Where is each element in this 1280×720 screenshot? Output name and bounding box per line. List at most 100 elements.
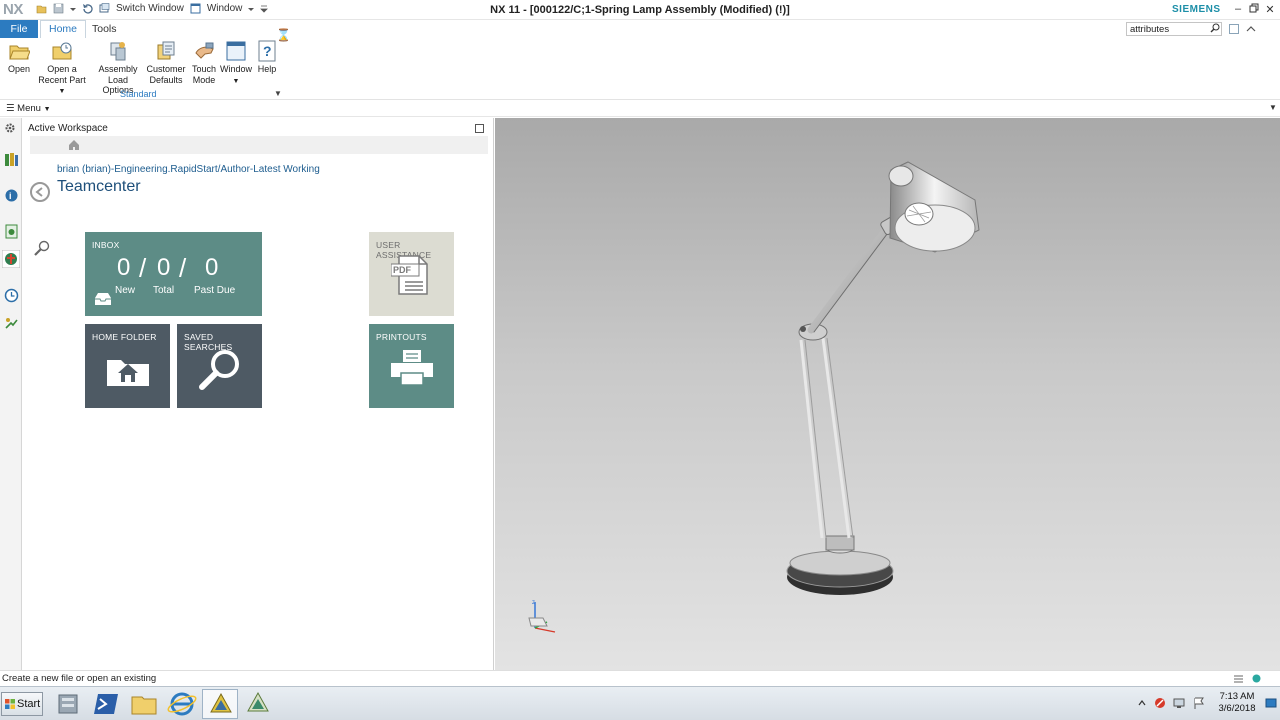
tab-file[interactable]: File (0, 20, 38, 38)
clock-date: 3/6/2018 (1218, 703, 1256, 714)
svg-text:?: ? (263, 43, 272, 59)
minimize-button[interactable]: – (1232, 3, 1244, 15)
undo-icon[interactable] (82, 3, 93, 14)
inbox-pastdue-count: 0 (205, 254, 219, 281)
open-recent-label-2: Recent Part (38, 74, 86, 85)
security-tray-icon[interactable] (1154, 697, 1166, 709)
taskbar-clock[interactable]: 7:13 AM 3/6/2018 (1216, 691, 1258, 715)
gear-icon[interactable] (4, 122, 16, 134)
constraint-navigator-icon[interactable]: i (4, 188, 19, 203)
tray-expand-icon[interactable] (1138, 697, 1146, 709)
open-button[interactable]: Open (6, 40, 32, 75)
inbox-total-label: Total (153, 285, 175, 296)
help-button[interactable]: ? Help (254, 40, 280, 75)
spring-lamp-model[interactable] (495, 118, 1280, 670)
touch-label-2: Mode (192, 74, 216, 85)
printouts-tile[interactable]: PRINTOUTS (369, 324, 454, 408)
start-button[interactable]: Start (1, 692, 43, 716)
close-button[interactable]: ✕ (1264, 3, 1276, 16)
search-icon[interactable] (34, 240, 50, 256)
switch-window-button[interactable]: Switch Window (116, 3, 184, 14)
active-workspace-panel: Active Workspace brian (brian)-Engineeri… (22, 118, 494, 670)
tab-home[interactable]: Home (40, 20, 86, 38)
inbox-tile-label: INBOX (92, 240, 120, 250)
saved-searches-tile[interactable]: SAVED SEARCHES (177, 324, 262, 408)
maximize-panel-button[interactable] (475, 124, 484, 133)
history-clock-icon[interactable] (4, 288, 19, 303)
powershell-taskbar-icon[interactable] (88, 689, 124, 719)
save-icon[interactable] (53, 3, 64, 14)
open-folder-icon (8, 40, 31, 62)
part-navigator-icon[interactable] (4, 224, 19, 239)
hand-touch-icon (193, 40, 215, 62)
status-message: Create a new file or open an existing (2, 673, 157, 684)
customize-toolbar-icon[interactable] (260, 3, 269, 14)
server-manager-taskbar-icon[interactable] (50, 689, 86, 719)
breadcrumb-role-suffix[interactable]: -Latest Working (250, 164, 320, 175)
user-assistance-tile[interactable]: USER ASSISTANCE PDF (369, 232, 454, 316)
assembly-load-options-icon (107, 40, 129, 62)
page-title: Teamcenter (57, 178, 141, 195)
chevron-down-icon: ▼ (58, 88, 66, 95)
group-expand-icon[interactable]: ▼ (274, 89, 282, 98)
toolbar-options-icon[interactable]: ▼ (1269, 103, 1277, 112)
inbox-new-label: New (115, 285, 136, 296)
window-icon[interactable] (190, 3, 201, 14)
breadcrumb-role-link[interactable]: Author (220, 164, 249, 175)
chevron-down-icon[interactable] (70, 3, 76, 14)
clock-time: 7:13 AM (1219, 691, 1255, 702)
inbox-total-count: 0 (157, 254, 171, 281)
menu-button[interactable]: ☰ Menu ▼ (6, 103, 51, 114)
nx-logo: NX (3, 1, 23, 18)
search-icon[interactable] (1210, 23, 1220, 33)
status-bar: Create a new file or open an existing (0, 670, 1280, 686)
tab-tools[interactable]: Tools (92, 20, 120, 38)
file-explorer-taskbar-icon[interactable] (126, 689, 162, 719)
touch-mode-button[interactable]: Touch Mode (189, 40, 219, 85)
windows-flag-icon (5, 699, 15, 709)
show-desktop-icon[interactable] (1265, 697, 1277, 709)
flag-tray-icon[interactable] (1193, 697, 1205, 709)
window-dropdown-button[interactable]: Window (207, 3, 243, 14)
nx-taskbar-icon[interactable] (202, 689, 238, 719)
assembly-navigator-icon[interactable] (4, 152, 19, 167)
open-recent-part-button[interactable]: Open a Recent Part ▼ (34, 40, 90, 98)
status-list-icon[interactable] (1234, 674, 1243, 683)
chevron-down-icon[interactable] (248, 3, 255, 14)
restore-button[interactable] (1248, 3, 1260, 16)
touch-label-1: Touch (191, 64, 217, 74)
customer-defaults-button[interactable]: Customer Defaults (146, 40, 186, 85)
assembly-load-options-button[interactable]: Assembly Load Options (92, 40, 144, 96)
menu-label: Menu (17, 103, 41, 114)
home-icon[interactable] (68, 139, 80, 151)
nx-second-taskbar-icon[interactable] (240, 689, 276, 719)
network-tray-icon[interactable] (1173, 697, 1185, 709)
windows-taskbar: Start 7:13 AM 3/6/2018 (0, 686, 1280, 720)
graphics-window[interactable]: z (495, 118, 1280, 670)
home-folder-tile[interactable]: HOME FOLDER (85, 324, 170, 408)
coordinate-triad-icon: z (528, 600, 556, 633)
help-icon: ? (256, 40, 278, 62)
window-icon (225, 40, 247, 62)
chevron-down-icon: ▼ (232, 77, 240, 85)
inbox-tile[interactable]: INBOX 0 / 0 / 0 New Total Past Due (85, 232, 262, 316)
teamcenter-navigator-icon[interactable] (1, 249, 21, 269)
ribbon-options-icon[interactable] (1229, 24, 1239, 34)
breadcrumb-group-link[interactable]: -Engineering.RapidStart (111, 164, 218, 175)
svg-text:z: z (532, 600, 535, 606)
status-globe-icon[interactable] (1252, 674, 1261, 683)
internet-explorer-taskbar-icon[interactable] (164, 689, 200, 719)
window-button[interactable]: Window ▼ (220, 40, 252, 87)
panel-title: Active Workspace (28, 123, 108, 134)
quick-access-toolbar: Switch Window Window (36, 3, 269, 14)
process-studio-icon[interactable] (4, 316, 19, 331)
collapse-ribbon-icon[interactable] (1246, 24, 1256, 34)
open-folder-icon[interactable] (36, 3, 47, 14)
assembly-label-1: Assembly (98, 64, 138, 74)
command-finder-input[interactable] (1126, 22, 1222, 36)
ribbon-group-standard: Standard (120, 89, 157, 99)
switch-window-icon[interactable] (99, 3, 110, 14)
inbox-pastdue-label: Past Due (194, 285, 236, 296)
back-button[interactable] (30, 182, 50, 202)
breadcrumb-user-link[interactable]: brian (brian) (57, 164, 111, 175)
